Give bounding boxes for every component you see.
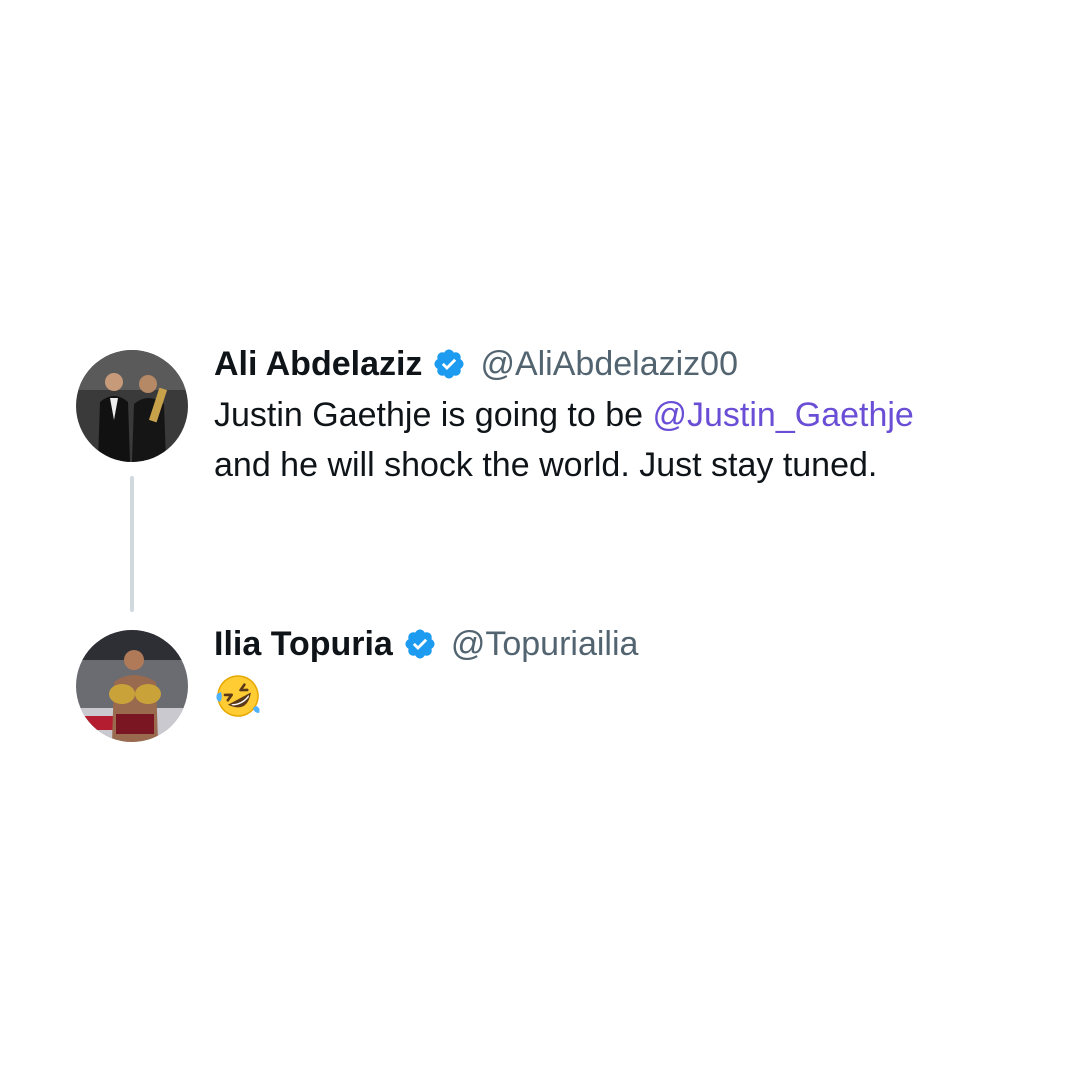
tweet-header: Ali Abdelaziz @AliAbdelaziz00 [214,340,1040,388]
avatar-ilia-topuria[interactable] [76,630,188,742]
verified-badge-icon [405,629,435,659]
avatar-photo-icon [76,350,188,462]
avatar-ali-abdelaziz[interactable] [76,350,188,462]
tweet-ilia-topuria[interactable]: Ilia Topuria @Topuriailia [214,620,1040,734]
mention-link[interactable]: @Justin_Gaethje [653,396,914,434]
tweet-ali-abdelaziz[interactable]: Ali Abdelaziz @AliAbdelaziz00 Justin Gae… [214,340,1040,490]
tweet-text-line-2: and he will shock the world. Just stay t… [214,446,878,484]
tweet-text: Justin Gaethje is going to be @Justin_Ga… [214,390,1040,490]
rolling-on-floor-laughing-emoji-icon [214,672,262,720]
tweet-text-segment: Justin Gaethje is going to be [214,396,653,434]
verified-badge-icon [434,349,464,379]
user-handle[interactable]: @AliAbdelaziz00 [480,345,738,384]
tweet-text-line-1: Justin Gaethje is going to be @Justin_Ga… [214,390,1040,440]
display-name[interactable]: Ilia Topuria [214,625,393,664]
avatar-photo-icon [76,630,188,742]
tweet-header: Ilia Topuria @Topuriailia [214,620,1040,668]
tweet-text [214,670,1040,734]
user-handle[interactable]: @Topuriailia [451,625,639,664]
display-name[interactable]: Ali Abdelaziz [214,345,422,384]
thread-connector-line [130,476,134,612]
